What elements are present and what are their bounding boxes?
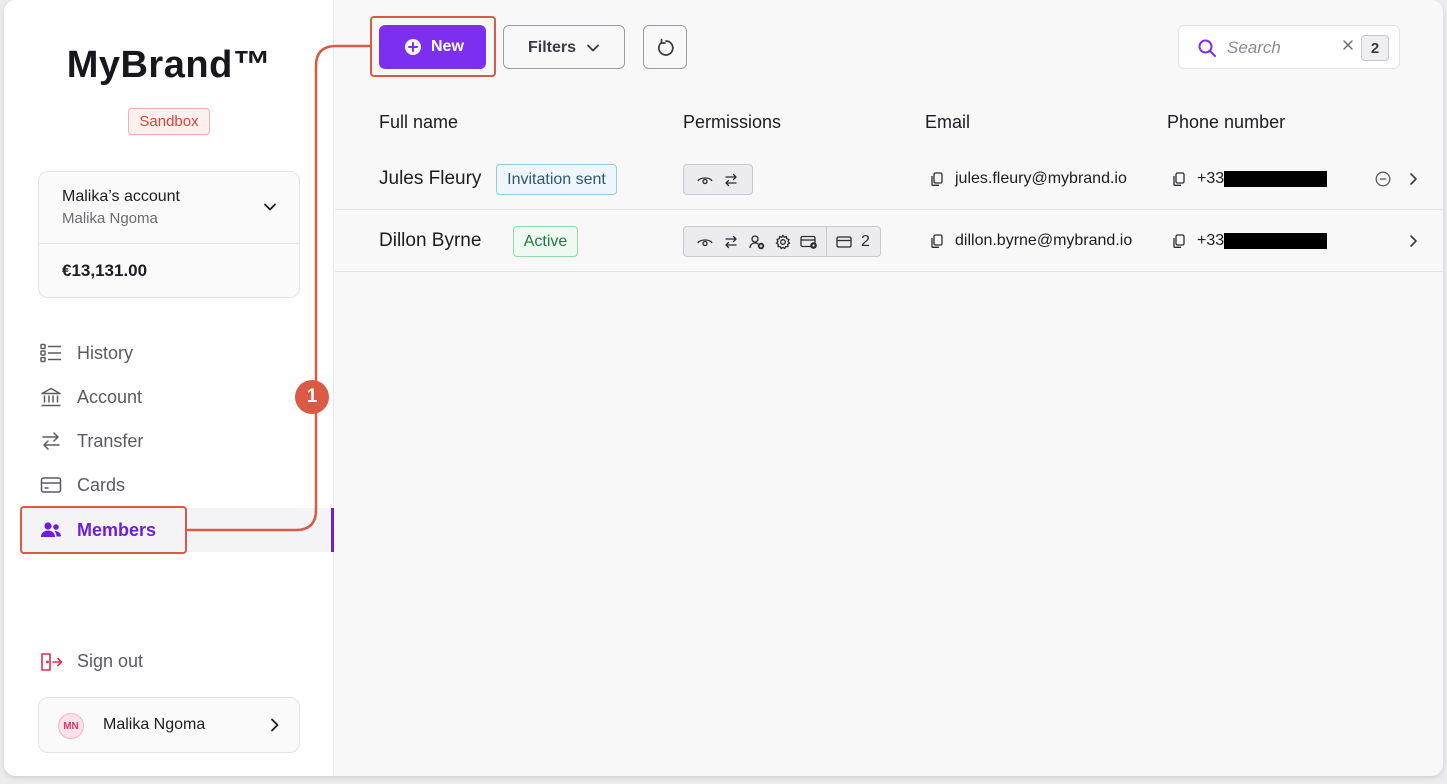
step-marker: 1 [295,380,329,414]
annotation-connector [186,44,371,532]
